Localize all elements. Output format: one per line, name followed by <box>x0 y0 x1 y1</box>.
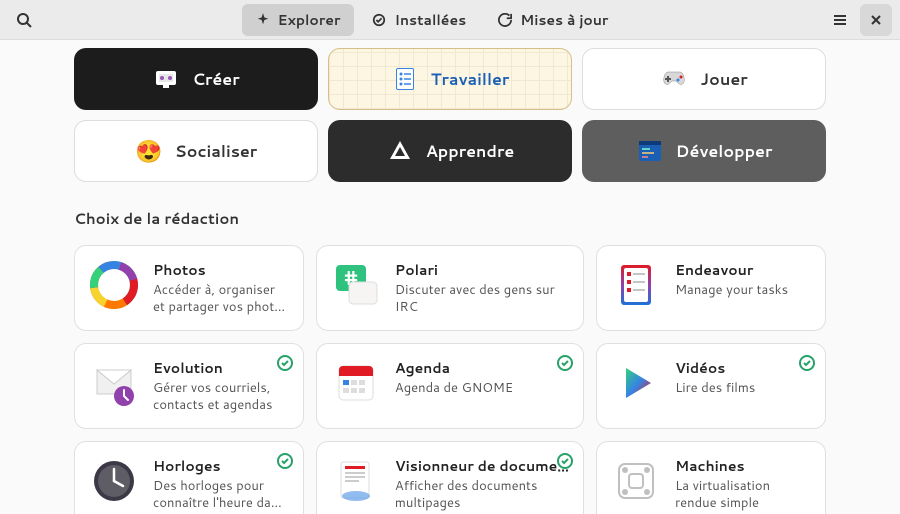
app-name: Vidéos <box>675 358 811 378</box>
category-developper[interactable]: Développer <box>582 120 826 182</box>
app-grid: Photos Accéder à, organiser et partager … <box>74 245 826 514</box>
hamburger-icon <box>832 12 848 28</box>
app-info: Visionneur de docume… Afficher des docum… <box>395 456 569 512</box>
category-grid: Créer Travailler Jouer 😍 Socialiser Appr… <box>74 48 826 182</box>
app-name: Polari <box>395 260 569 280</box>
installed-check-icon <box>557 354 573 370</box>
creer-icon <box>152 65 180 93</box>
app-card[interactable]: Visionneur de docume… Afficher des docum… <box>316 441 584 514</box>
app-icon <box>611 260 661 310</box>
close-button[interactable] <box>860 4 892 36</box>
tab-mises-a-jour[interactable]: Mises à jour <box>484 4 622 36</box>
app-info: Machines La virtualisation rendue simple <box>675 456 811 512</box>
installed-check-icon <box>277 452 293 468</box>
app-icon <box>89 260 139 310</box>
app-description: Afficher des documents multipages <box>395 478 569 512</box>
app-name: Endeavour <box>675 260 811 280</box>
tab-installees[interactable]: Installées <box>358 4 480 36</box>
category-creer-label: Créer <box>192 68 239 91</box>
app-name: Machines <box>675 456 811 476</box>
app-info: Vidéos Lire des films <box>675 358 811 414</box>
app-description: Agenda de GNOME <box>395 380 569 397</box>
category-apprendre-label: Apprendre <box>426 140 515 163</box>
app-icon <box>611 456 661 506</box>
refresh-icon <box>498 13 512 27</box>
app-name: Horloges <box>153 456 289 476</box>
category-creer[interactable]: Créer <box>74 48 318 110</box>
app-description: Lire des films <box>675 380 811 397</box>
main-content: Créer Travailler Jouer 😍 Socialiser Appr… <box>0 40 900 514</box>
app-icon <box>89 358 139 408</box>
app-description: Discuter avec des gens sur IRC <box>395 282 569 316</box>
app-description: Des horloges pour connaître l'heure dans… <box>153 478 289 512</box>
app-icon <box>89 456 139 506</box>
app-info: Photos Accéder à, organiser et partager … <box>153 260 289 316</box>
app-icon: # <box>331 260 381 310</box>
installed-check-icon <box>277 354 293 370</box>
app-card[interactable]: # Polari Discuter avec des gens sur IRC <box>316 245 584 331</box>
app-description: Gérer vos courriels, contacts et agendas <box>153 380 289 414</box>
app-icon <box>331 456 381 506</box>
app-name: Visionneur de docume… <box>395 456 569 476</box>
app-description: La virtualisation rendue simple <box>675 478 811 512</box>
app-icon <box>611 358 661 408</box>
category-socialiser[interactable]: 😍 Socialiser <box>74 120 318 182</box>
developper-icon <box>636 137 664 165</box>
menu-button[interactable] <box>824 4 856 36</box>
travailler-icon <box>391 65 419 93</box>
installed-check-icon <box>557 452 573 468</box>
search-button[interactable] <box>8 4 40 36</box>
header-bar: Explorer Installées Mises à jour <box>0 0 900 40</box>
app-card[interactable]: Endeavour Manage your tasks <box>596 245 826 331</box>
jouer-icon <box>660 65 688 93</box>
app-info: Endeavour Manage your tasks <box>675 260 811 316</box>
category-jouer-label: Jouer <box>700 68 747 91</box>
section-title-editors-choice: Choix de la rédaction <box>74 208 826 229</box>
apprendre-icon <box>386 137 414 165</box>
app-name: Agenda <box>395 358 569 378</box>
tab-explorer-label: Explorer <box>278 10 341 30</box>
sparkle-icon <box>256 13 270 27</box>
app-card[interactable]: Horloges Des horloges pour connaître l'h… <box>74 441 304 514</box>
tab-explorer[interactable]: Explorer <box>242 4 355 36</box>
app-info: Polari Discuter avec des gens sur IRC <box>395 260 569 316</box>
app-description: Accéder à, organiser et partager vos pho… <box>153 282 289 316</box>
app-icon <box>331 358 381 408</box>
search-icon <box>16 12 32 28</box>
app-card[interactable]: Agenda Agenda de GNOME <box>316 343 584 429</box>
tab-installees-label: Installées <box>394 10 466 30</box>
app-description: Manage your tasks <box>675 282 811 299</box>
check-badge-icon <box>372 13 386 27</box>
app-info: Horloges Des horloges pour connaître l'h… <box>153 456 289 512</box>
app-name: Evolution <box>153 358 289 378</box>
app-card[interactable]: Vidéos Lire des films <box>596 343 826 429</box>
category-apprendre[interactable]: Apprendre <box>328 120 572 182</box>
app-name: Photos <box>153 260 289 280</box>
app-card[interactable]: Photos Accéder à, organiser et partager … <box>74 245 304 331</box>
tab-mises-a-jour-label: Mises à jour <box>520 10 608 30</box>
category-travailler-label: Travailler <box>431 68 510 91</box>
close-icon <box>870 14 882 26</box>
app-info: Agenda Agenda de GNOME <box>395 358 569 414</box>
category-socialiser-label: Socialiser <box>175 140 257 163</box>
category-jouer[interactable]: Jouer <box>582 48 826 110</box>
category-developper-label: Développer <box>676 140 773 163</box>
app-card[interactable]: Evolution Gérer vos courriels, contacts … <box>74 343 304 429</box>
socialiser-icon: 😍 <box>135 137 163 165</box>
app-info: Evolution Gérer vos courriels, contacts … <box>153 358 289 414</box>
installed-check-icon <box>799 354 815 370</box>
category-travailler[interactable]: Travailler <box>328 48 572 110</box>
app-card[interactable]: Machines La virtualisation rendue simple <box>596 441 826 514</box>
